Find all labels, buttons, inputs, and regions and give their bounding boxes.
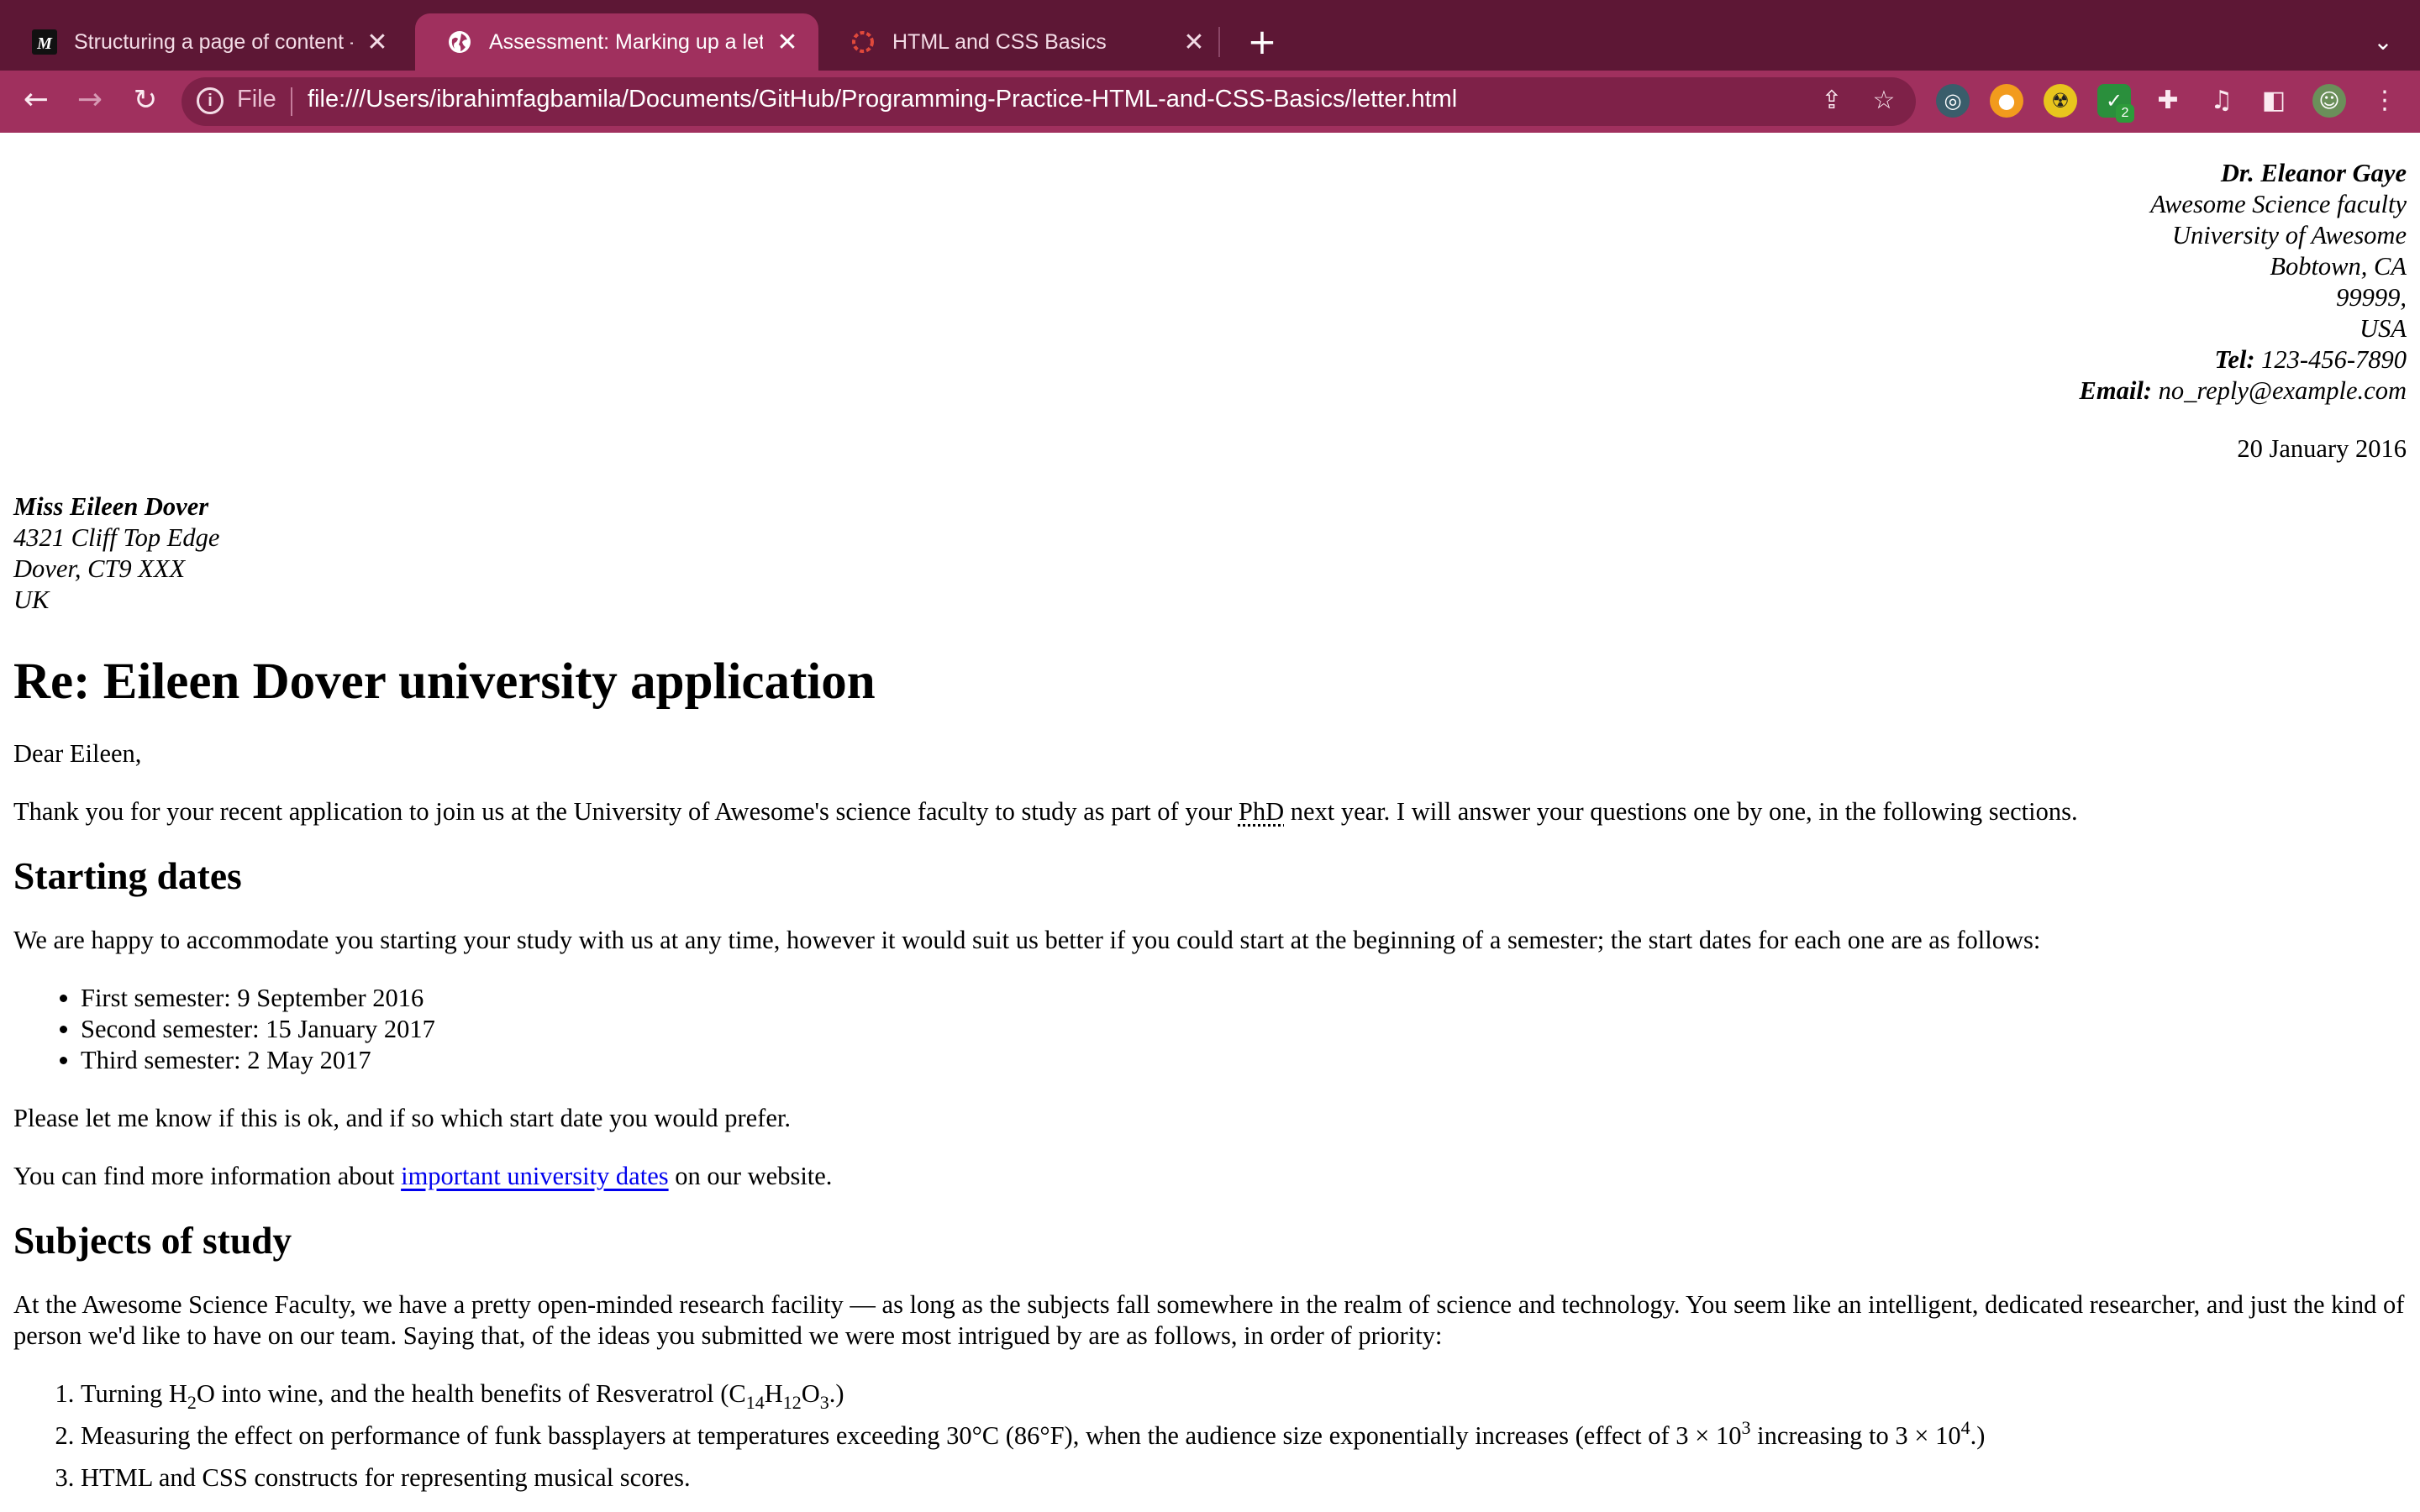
forward-arrow-icon[interactable]: → xyxy=(67,77,113,123)
list-item: HTML and CSS constructs for representing… xyxy=(81,1462,2407,1494)
tab-title: HTML and CSS Basics xyxy=(892,29,1107,54)
email-label: Email: xyxy=(2079,376,2152,405)
list-item: Second semester: 15 January 2017 xyxy=(81,1014,2407,1045)
more-info-paragraph: You can find more information about impo… xyxy=(13,1162,833,1190)
section-heading-starting-dates: Starting dates xyxy=(13,854,242,897)
tel-label: Tel: xyxy=(2214,345,2255,374)
sender-address: Dr. Eleanor Gaye Awesome Science faculty… xyxy=(13,158,2407,407)
sender-line: Bobtown, CA xyxy=(2270,252,2407,281)
starting-dates-paragraph: We are happy to accommodate you starting… xyxy=(13,926,2041,954)
tab-html-css-basics[interactable]: HTML and CSS Basics ✕ xyxy=(818,13,1225,71)
letter-heading: Re: Eileen Dover university application xyxy=(13,654,876,710)
tab-assessment-letter[interactable]: Assessment: Marking up a letter ✕ xyxy=(415,13,818,71)
followup-paragraph: Please let me know if this is ok, and if… xyxy=(13,1104,791,1132)
university-dates-link[interactable]: important university dates xyxy=(401,1162,669,1190)
more-menu-icon[interactable]: ⋮ xyxy=(2368,84,2402,118)
semester-dates-list: First semester: 9 September 2016 Second … xyxy=(13,983,2407,1076)
site-info-icon[interactable]: i xyxy=(197,87,224,114)
sender-line: 99999, xyxy=(2336,283,2407,312)
address-separator xyxy=(291,87,292,116)
new-tab-button[interactable]: + xyxy=(1242,22,1282,62)
scheme-label: File xyxy=(237,86,276,113)
puzzle-extensions-icon[interactable]: ✚ xyxy=(2151,84,2185,118)
sender-line: University of Awesome xyxy=(2172,221,2407,249)
close-tab-icon[interactable]: ✕ xyxy=(1181,28,1207,57)
recipient-line: Dover, CT9 XXX xyxy=(13,554,186,583)
close-tab-icon[interactable]: ✕ xyxy=(775,28,800,57)
sender-name: Dr. Eleanor Gaye xyxy=(2220,159,2407,187)
back-arrow-icon[interactable]: ← xyxy=(13,77,59,123)
tab-strip: M Structuring a page of content - ✕ Asse… xyxy=(0,0,2420,71)
greeting: Dear Eileen, xyxy=(13,739,142,768)
subjects-paragraph: At the Awesome Science Faculty, we have … xyxy=(13,1290,2405,1350)
browser-chrome: M Structuring a page of content - ✕ Asse… xyxy=(0,0,2420,133)
tab-separator xyxy=(1218,27,1220,57)
tab-structuring-page[interactable]: M Structuring a page of content - ✕ xyxy=(0,13,408,71)
extension-glasses-icon[interactable]: ◎ xyxy=(1936,84,1970,118)
globe-icon xyxy=(447,29,472,55)
svg-text:M: M xyxy=(36,34,53,53)
tel-value: 123-456-7890 xyxy=(2261,345,2407,374)
sender-tel: Tel: 123-456-7890 xyxy=(13,344,2407,375)
letter-body: Dr. Eleanor Gaye Awesome Science faculty… xyxy=(13,133,2407,1504)
list-item: Measuring the effect on performance of f… xyxy=(81,1419,2407,1452)
loading-spinner-icon xyxy=(850,29,876,55)
extension-badge: 2 xyxy=(2116,104,2134,123)
section-heading-subjects: Subjects of study xyxy=(13,1219,292,1262)
tab-title: Structuring a page of content - xyxy=(74,29,353,54)
recipient-name: Miss Eileen Dover xyxy=(13,492,209,521)
extension-radiation-icon[interactable]: ☢ xyxy=(2044,84,2077,118)
media-queue-icon[interactable]: ♫ xyxy=(2205,84,2238,118)
list-item: Third semester: 2 May 2017 xyxy=(81,1045,2407,1076)
share-icon[interactable]: ⇪ xyxy=(1815,84,1849,118)
priority-ideas-list: Turning H2O into wine, and the health be… xyxy=(13,1378,2407,1494)
letter-date: 20 January 2016 xyxy=(2237,434,2407,463)
list-item: First semester: 9 September 2016 xyxy=(81,983,2407,1014)
sender-email: Email: no_reply@example.com xyxy=(13,375,2407,407)
bookmark-star-icon[interactable]: ☆ xyxy=(1867,84,1901,118)
profile-avatar[interactable]: ☺ xyxy=(2312,84,2346,118)
email-value: no_reply@example.com xyxy=(2158,376,2407,405)
side-panel-icon[interactable]: ◧ xyxy=(2257,84,2291,118)
intro-paragraph: Thank you for your recent application to… xyxy=(13,797,2078,826)
close-tab-icon[interactable]: ✕ xyxy=(365,28,390,57)
tab-search-chevron-icon[interactable]: ⌄ xyxy=(2366,25,2400,59)
sender-line: Awesome Science faculty xyxy=(2150,190,2407,218)
recipient-line: 4321 Cliff Top Edge xyxy=(13,523,220,552)
recipient-line: UK xyxy=(13,585,50,614)
phd-abbreviation: PhD xyxy=(1238,797,1285,826)
mdn-logo-icon: M xyxy=(32,29,57,55)
reload-icon[interactable]: ↻ xyxy=(123,77,168,123)
sender-line: USA xyxy=(2360,314,2407,343)
recipient-address: Miss Eileen Dover 4321 Cliff Top Edge Do… xyxy=(13,491,2407,616)
extension-orange-icon[interactable]: ● xyxy=(1990,84,2023,118)
tab-title: Assessment: Marking up a letter xyxy=(489,29,763,54)
url-text[interactable]: file:///Users/ibrahimfagbamila/Documents… xyxy=(308,86,1457,113)
page-viewport: Dr. Eleanor Gaye Awesome Science faculty… xyxy=(0,133,2420,1512)
list-item: Turning H2O into wine, and the health be… xyxy=(81,1378,2407,1412)
